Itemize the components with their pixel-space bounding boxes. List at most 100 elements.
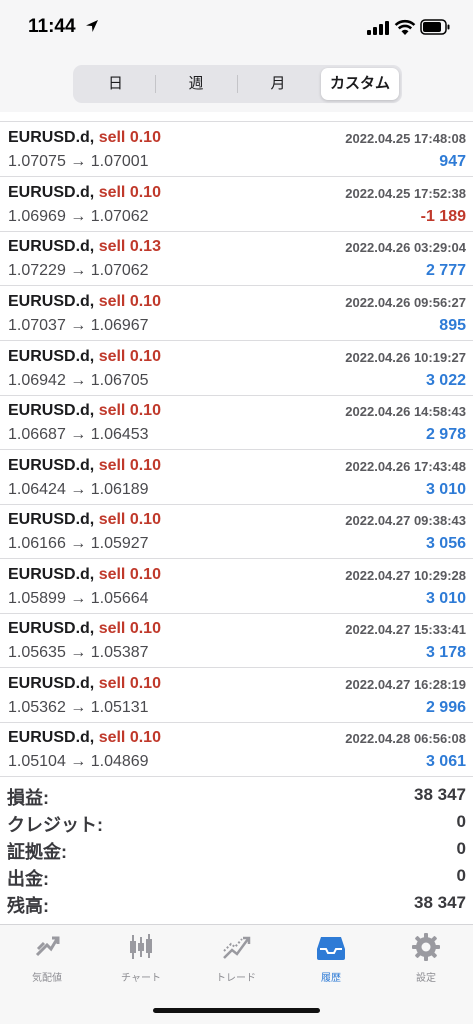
- trade-profit: 3 010: [425, 590, 466, 607]
- summary-label: 証拠金:: [7, 842, 67, 862]
- trade-side: sell 0.10: [98, 457, 161, 474]
- tab-chart[interactable]: チャート: [96, 931, 186, 991]
- table-row[interactable]: EURUSD.d, sell 0.10 2022.04.27 15:33:41 …: [0, 614, 473, 668]
- trade-symbol: EURUSD.d, sell 0.10: [8, 729, 161, 746]
- trade-icon: [223, 936, 251, 959]
- trade-profit: -1 189: [420, 208, 466, 225]
- summary-label: 出金:: [7, 869, 49, 889]
- trade-date: 2022.04.27 10:29:28: [345, 568, 466, 583]
- trade-prices: 1.06424 → 1.06189: [8, 481, 149, 498]
- trade-symbol: EURUSD.d, sell 0.10: [8, 293, 161, 310]
- trade-symbol: EURUSD.d, sell 0.10: [8, 457, 161, 474]
- segment-week[interactable]: 週: [155, 68, 237, 100]
- trade-symbol: EURUSD.d, sell 0.10: [8, 402, 161, 419]
- cellular-signal-icon: [367, 21, 389, 35]
- trade-profit: 3 056: [425, 535, 466, 552]
- table-row[interactable]: EURUSD.d, sell 0.10 2022.04.27 10:29:28 …: [0, 560, 473, 614]
- summary-profit-row: 損益: 38 347: [0, 784, 473, 811]
- settings-icon: [412, 933, 440, 961]
- trade-date: 2022.04.26 09:56:27: [345, 295, 466, 310]
- summary-label: 残高:: [7, 896, 49, 916]
- trade-profit: 947: [439, 153, 466, 170]
- summary-value: 0: [456, 866, 466, 885]
- account-summary: 損益: 38 347 クレジット: 0 証拠金: 0 出金: 0 残高: 38 …: [0, 784, 473, 920]
- trade-profit: 895: [439, 317, 466, 334]
- trade-profit: 3 010: [425, 481, 466, 498]
- trade-side: sell 0.10: [98, 566, 161, 583]
- trade-profit: 2 777: [425, 262, 466, 279]
- trade-prices: 1.07229 → 1.07062: [8, 262, 149, 279]
- summary-value: 38 347: [414, 893, 466, 912]
- trade-date: 2022.04.26 10:19:27: [345, 350, 466, 365]
- summary-credit-row: クレジット: 0: [0, 811, 473, 838]
- trade-prices: 1.05104 → 1.04869: [8, 753, 149, 770]
- trade-symbol: EURUSD.d, sell 0.10: [8, 184, 161, 201]
- summary-balance-row: 残高: 38 347: [0, 892, 473, 919]
- trade-side: sell 0.10: [98, 729, 161, 746]
- tab-quotes[interactable]: 気配値: [2, 931, 92, 991]
- segment-month[interactable]: 月: [237, 68, 319, 100]
- trade-date: 2022.04.26 03:29:04: [345, 240, 466, 255]
- table-row[interactable]: EURUSD.d, sell 0.10 2022.04.28 06:56:08 …: [0, 723, 473, 777]
- trade-side: sell 0.10: [98, 675, 161, 692]
- table-row[interactable]: EURUSD.d, sell 0.10 2022.04.27 09:38:43 …: [0, 505, 473, 559]
- trade-symbol: EURUSD.d, sell 0.10: [8, 129, 161, 146]
- trade-side: sell 0.10: [98, 402, 161, 419]
- summary-withdrawal-row: 出金: 0: [0, 865, 473, 892]
- trade-symbol: EURUSD.d, sell 0.10: [8, 566, 161, 583]
- trade-prices: 1.05362 → 1.05131: [8, 699, 149, 716]
- tab-label: 気配値: [32, 973, 62, 984]
- table-row[interactable]: EURUSD.d, sell 0.10 2022.04.26 09:56:27 …: [0, 287, 473, 341]
- table-row[interactable]: EURUSD.d, sell 0.13 2022.04.26 03:29:04 …: [0, 232, 473, 286]
- chart-icon: [130, 934, 152, 959]
- trade-date: 2022.04.25 17:48:08: [345, 131, 466, 146]
- summary-value: 0: [456, 812, 466, 831]
- tab-label: 履歴: [321, 973, 341, 984]
- table-row[interactable]: EURUSD.d, sell 0.10 2022.04.26 14:58:43 …: [0, 396, 473, 450]
- trade-date: 2022.04.27 15:33:41: [345, 622, 466, 637]
- tab-trade[interactable]: トレード: [191, 931, 281, 991]
- trade-date: 2022.04.26 17:43:48: [345, 459, 466, 474]
- home-indicator: [153, 1008, 320, 1013]
- trade-history-list[interactable]: 1.07172 → 1.07101 965 EURUSD.d, sell 0.1…: [0, 102, 473, 778]
- quotes-icon: [35, 936, 60, 957]
- location-arrow-icon: [86, 20, 98, 32]
- trade-prices: 1.05899 → 1.05664: [8, 590, 149, 607]
- summary-value: 0: [456, 839, 466, 858]
- tab-history[interactable]: 履歴: [286, 931, 376, 991]
- table-row[interactable]: EURUSD.d, sell 0.10 2022.04.25 17:48:08 …: [0, 123, 473, 177]
- trade-symbol: EURUSD.d, sell 0.10: [8, 511, 161, 528]
- trade-symbol: EURUSD.d, sell 0.10: [8, 675, 161, 692]
- summary-label: クレジット:: [7, 815, 103, 835]
- tab-label: トレード: [216, 973, 256, 984]
- tab-settings[interactable]: 設定: [381, 931, 471, 991]
- segment-custom[interactable]: カスタム: [321, 68, 399, 100]
- trade-side: sell 0.10: [98, 348, 161, 365]
- trade-side: sell 0.10: [98, 184, 161, 201]
- wifi-icon: [394, 19, 416, 35]
- trade-side: sell 0.10: [98, 620, 161, 637]
- period-segmented-control: 日 週 月 カスタム: [73, 65, 402, 103]
- trade-profit: 3 022: [425, 372, 466, 389]
- tab-label: チャート: [121, 973, 161, 984]
- tab-label: 設定: [416, 973, 436, 984]
- trade-side: sell 0.10: [98, 129, 161, 146]
- trade-date: 2022.04.25 17:52:38: [345, 186, 466, 201]
- trade-date: 2022.04.27 16:28:19: [345, 677, 466, 692]
- battery-icon: [420, 19, 450, 35]
- segment-day[interactable]: 日: [76, 68, 155, 100]
- table-row[interactable]: EURUSD.d, sell 0.10 2022.04.25 17:52:38 …: [0, 178, 473, 232]
- trade-profit: 2 996: [425, 699, 466, 716]
- table-row[interactable]: EURUSD.d, sell 0.10 2022.04.26 10:19:27 …: [0, 342, 473, 396]
- table-row[interactable]: EURUSD.d, sell 0.10 2022.04.26 17:43:48 …: [0, 451, 473, 505]
- trade-prices: 1.06969 → 1.07062: [8, 208, 149, 225]
- summary-label: 損益:: [7, 788, 49, 808]
- status-time: 11:44: [28, 16, 76, 37]
- trade-date: 2022.04.27 09:38:43: [345, 513, 466, 528]
- trade-symbol: EURUSD.d, sell 0.10: [8, 620, 161, 637]
- summary-value: 38 347: [414, 785, 466, 804]
- trade-profit: 3 061: [425, 753, 466, 770]
- trade-side: sell 0.10: [98, 511, 161, 528]
- status-bar: 11:44: [0, 0, 473, 58]
- table-row[interactable]: EURUSD.d, sell 0.10 2022.04.27 16:28:19 …: [0, 669, 473, 723]
